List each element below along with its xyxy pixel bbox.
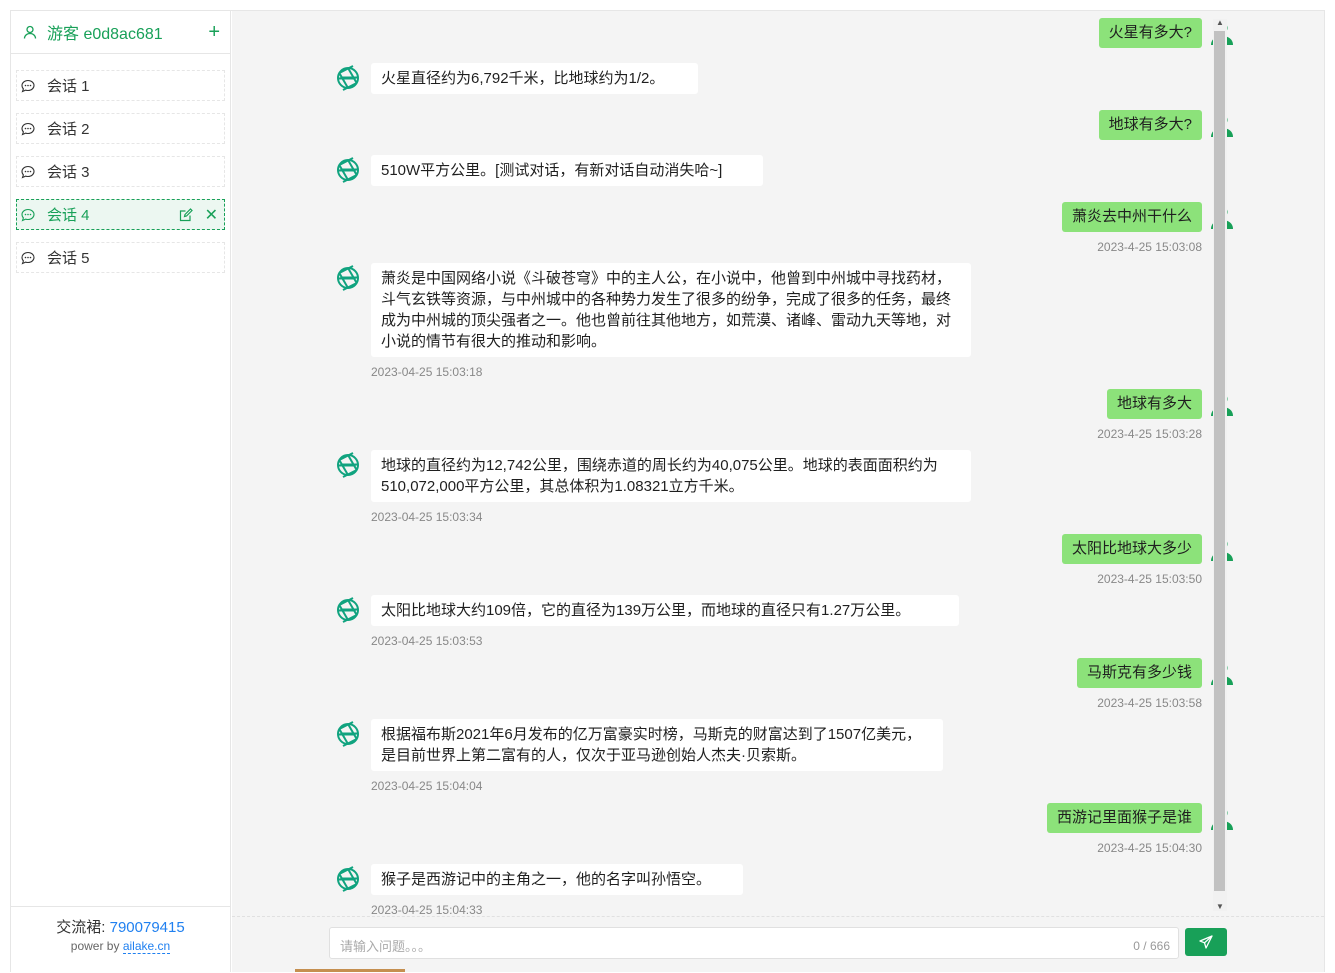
send-button[interactable]	[1185, 928, 1227, 956]
openai-logo-icon	[337, 65, 359, 91]
user-message: 地球有多大 2023-4-25 15:03:28	[1097, 389, 1233, 441]
qq-label: 交流裙:	[56, 919, 106, 936]
bot-bubble: 510W平方公里。[测试对话，有新对话自动消失哈~]	[371, 155, 763, 186]
user-message: 马斯克有多少钱 2023-4-25 15:03:58	[1076, 658, 1233, 710]
input-bar: 请输入问题。。。 0 / 666	[232, 917, 1324, 973]
chat-bubble-icon	[21, 165, 35, 179]
bot-bubble: 根据福布斯2021年6月发布的亿万富豪实时榜，马斯克的财富达到了1507亿美元，…	[371, 719, 943, 771]
session-label: 会话 1	[47, 78, 90, 95]
session-item-2[interactable]: 会话 2	[16, 113, 225, 144]
message-timestamp: 2023-04-25 15:03:34	[371, 510, 483, 524]
message-scrollbar[interactable]: ▲ ▼	[1213, 19, 1227, 911]
session-item-1[interactable]: 会话 1	[16, 70, 225, 101]
edit-icon[interactable]	[179, 207, 193, 222]
input-placeholder: 请输入问题。。。	[340, 939, 432, 954]
chat-bubble-icon	[21, 79, 35, 93]
char-counter: 0 / 666	[1133, 939, 1170, 953]
scrollbar-thumb[interactable]	[1214, 31, 1225, 891]
openai-logo-icon	[337, 157, 359, 183]
user-bubble: 火星有多大?	[1098, 18, 1202, 48]
chat-bubble-icon	[21, 122, 35, 136]
power-prefix: power by	[70, 939, 120, 953]
message-timestamp: 2023-04-25 15:04:04	[371, 779, 483, 793]
openai-logo-icon	[337, 452, 359, 478]
session-label: 会话 5	[47, 250, 90, 267]
user-message: 地球有多大?	[1098, 110, 1233, 140]
delete-session-button[interactable]: ✕	[205, 205, 218, 225]
session-label: 会话 2	[47, 121, 90, 138]
openai-logo-icon	[337, 597, 359, 623]
chat-bubble-icon	[21, 208, 35, 222]
message-timestamp: 2023-04-25 15:03:53	[371, 634, 483, 648]
bot-message: 根据福布斯2021年6月发布的亿万富豪实时榜，马斯克的财富达到了1507亿美元，…	[333, 719, 943, 793]
user-bubble: 西游记里面猴子是谁	[1046, 803, 1202, 833]
sidebar-footer: 交流裙: 790079415 power by ailake.cn	[11, 906, 230, 972]
chat-app: 游客 e0d8ac681 + 会话 1 会话 2 会话 3 会话 4 ✕ 会话 …	[10, 10, 1325, 972]
add-session-button[interactable]: +	[208, 21, 220, 44]
session-item-3[interactable]: 会话 3	[16, 156, 225, 187]
message-timestamp: 2023-4-25 15:03:08	[1097, 240, 1202, 254]
openai-logo-icon	[337, 721, 359, 747]
message-timestamp: 2023-04-25 15:03:18	[371, 365, 483, 379]
message-timestamp: 2023-4-25 15:03:50	[1097, 572, 1202, 586]
message-timestamp: 2023-4-25 15:03:58	[1097, 696, 1202, 710]
user-header: 游客 e0d8ac681 +	[11, 11, 230, 54]
user-bubble: 马斯克有多少钱	[1076, 658, 1202, 688]
qq-group: 交流裙: 790079415	[11, 916, 230, 937]
bot-message: 萧炎是中国网络小说《斗破苍穹》中的主人公，在小说中，他曾到中州城中寻找药材，斗气…	[333, 263, 971, 379]
user-icon	[23, 25, 37, 39]
openai-logo-icon	[337, 866, 359, 892]
power-link[interactable]: ailake.cn	[122, 939, 171, 954]
message-timestamp: 2023-4-25 15:03:28	[1097, 427, 1202, 441]
user-name: 游客 e0d8ac681	[47, 26, 163, 43]
scroll-down-arrow-icon[interactable]: ▼	[1216, 903, 1224, 911]
message-timestamp: 2023-04-25 15:04:33	[371, 903, 483, 917]
message-timestamp: 2023-4-25 15:04:30	[1097, 841, 1202, 855]
user-bubble: 地球有多大?	[1098, 110, 1202, 140]
bot-bubble: 地球的直径约为12,742公里，围绕赤道的周长约为40,075公里。地球的表面面…	[371, 450, 971, 502]
session-item-4[interactable]: 会话 4 ✕	[16, 199, 225, 230]
session-label: 会话 4	[47, 207, 90, 224]
bot-bubble: 猴子是西游记中的主角之一，他的名字叫孙悟空。	[371, 864, 743, 895]
chat-main: 火星有多大? 火星直径约为6,792千米，比地球约为1/2。 地球有多大? 51…	[232, 11, 1324, 972]
scroll-up-arrow-icon[interactable]: ▲	[1216, 19, 1224, 27]
user-message: 萧炎去中州干什么 2023-4-25 15:03:08	[1061, 202, 1233, 254]
sidebar: 游客 e0d8ac681 + 会话 1 会话 2 会话 3 会话 4 ✕ 会话 …	[11, 11, 231, 972]
qq-number[interactable]: 790079415	[110, 919, 185, 936]
chat-bubble-icon	[21, 251, 35, 265]
bot-bubble: 萧炎是中国网络小说《斗破苍穹》中的主人公，在小说中，他曾到中州城中寻找药材，斗气…	[371, 263, 971, 357]
user-bubble: 地球有多大	[1106, 389, 1202, 419]
user-message: 太阳比地球大多少 2023-4-25 15:03:50	[1061, 534, 1233, 586]
question-input[interactable]: 请输入问题。。。 0 / 666	[329, 927, 1179, 959]
bot-message: 太阳比地球大约109倍，它的直径为139万公里，而地球的直径只有1.27万公里。…	[333, 595, 959, 648]
user-bubble: 太阳比地球大多少	[1061, 534, 1202, 564]
message-list: 火星有多大? 火星直径约为6,792千米，比地球约为1/2。 地球有多大? 51…	[232, 11, 1324, 917]
bot-bubble: 太阳比地球大约109倍，它的直径为139万公里，而地球的直径只有1.27万公里。	[371, 595, 959, 626]
power-by: power by ailake.cn	[11, 939, 230, 954]
session-list: 会话 1 会话 2 会话 3 会话 4 ✕ 会话 5	[11, 54, 230, 273]
user-message: 西游记里面猴子是谁 2023-4-25 15:04:30	[1046, 803, 1233, 855]
openai-logo-icon	[337, 265, 359, 291]
session-label: 会话 3	[47, 164, 90, 181]
send-icon	[1199, 935, 1213, 949]
bot-bubble: 火星直径约为6,792千米，比地球约为1/2。	[371, 63, 698, 94]
bot-message: 猴子是西游记中的主角之一，他的名字叫孙悟空。 2023-04-25 15:04:…	[333, 864, 743, 917]
bot-message: 地球的直径约为12,742公里，围绕赤道的周长约为40,075公里。地球的表面面…	[333, 450, 971, 524]
session-item-5[interactable]: 会话 5	[16, 242, 225, 273]
bot-message: 火星直径约为6,792千米，比地球约为1/2。	[333, 63, 698, 94]
bot-message: 510W平方公里。[测试对话，有新对话自动消失哈~]	[333, 155, 763, 186]
user-message: 火星有多大?	[1098, 18, 1233, 48]
user-bubble: 萧炎去中州干什么	[1061, 202, 1202, 232]
